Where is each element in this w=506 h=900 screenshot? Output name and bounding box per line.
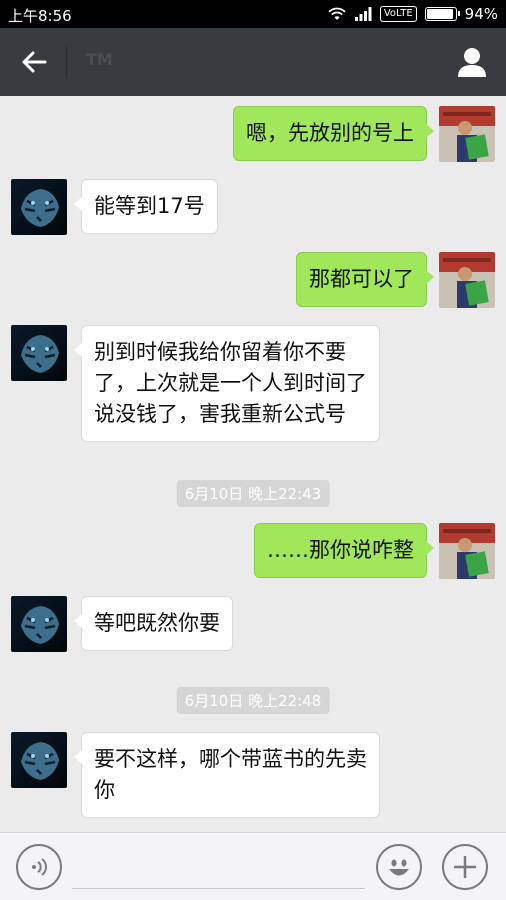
message-bubble[interactable]: 要不这样，哪个带蓝书的先卖 你 [74, 732, 380, 818]
plus-icon [454, 856, 476, 878]
message-row: 等吧既然你要 [0, 596, 506, 652]
voice-icon [32, 858, 47, 876]
message-bubble[interactable]: 能等到17号 [74, 179, 218, 234]
own-avatar[interactable] [439, 252, 495, 308]
message-row: 那都可以了 [0, 252, 506, 308]
profile-button[interactable] [450, 42, 494, 82]
status-bar: 上午8:56 VoLTE 94% [0, 0, 506, 28]
message-row: 能等到17号 [0, 179, 506, 235]
back-button[interactable] [12, 42, 56, 82]
message-bubble[interactable]: 嗯，先放别的号上 [233, 106, 434, 161]
message-row: 要不这样，哪个带蓝书的先卖 你 [0, 732, 506, 820]
message-line: 你 [94, 778, 115, 802]
tiger-avatar[interactable] [11, 732, 67, 788]
wifi-icon [328, 7, 346, 20]
chat-header: TM [0, 28, 506, 96]
message-row: 嗯，先放别的号上 [0, 106, 506, 162]
volte-badge: VoLTE [379, 6, 417, 22]
message-row: ……那你说咋整 [0, 523, 506, 579]
message-line: 了，上次就是一个人到时间了 [94, 371, 367, 395]
message-line: 说没钱了，害我重新公式号 [94, 402, 346, 426]
message-bubble[interactable]: 别到时候我给你留着你不要 了，上次就是一个人到时间了 说没钱了，害我重新公式号 [74, 325, 380, 442]
person-icon [458, 48, 486, 77]
own-avatar[interactable] [439, 523, 495, 579]
emoji-icon [389, 859, 409, 876]
message-bubble[interactable]: 那都可以了 [296, 252, 434, 307]
message-bubble[interactable]: ……那你说咋整 [254, 523, 434, 578]
tiger-avatar[interactable] [11, 596, 67, 652]
timestamp: 6月10日 晚上22:48 [176, 687, 330, 714]
plus-button[interactable] [442, 844, 488, 890]
message-input[interactable] [72, 847, 365, 889]
message-bubble[interactable]: 等吧既然你要 [74, 596, 233, 651]
timestamp: 6月10日 晚上22:43 [176, 480, 330, 507]
message-line: 要不这样，哪个带蓝书的先卖 [94, 747, 367, 771]
tiger-avatar[interactable] [11, 325, 67, 381]
input-bar [0, 832, 506, 900]
message-list: 嗯，先放别的号上 能等到17号 那都可以了 别到时候我给你留着你不要 了，上次就… [0, 96, 506, 832]
header-divider [66, 46, 67, 78]
emoji-button[interactable] [376, 844, 422, 890]
battery-percent: 94% [464, 5, 498, 23]
signal-icon [354, 7, 372, 21]
message-row: 别到时候我给你留着你不要 了，上次就是一个人到时间了 说没钱了，害我重新公式号 [0, 325, 506, 445]
own-avatar[interactable] [439, 106, 495, 162]
battery-icon [424, 7, 460, 21]
voice-button[interactable] [16, 844, 62, 890]
back-arrow-icon [22, 51, 47, 73]
message-line: 别到时候我给你留着你不要 [94, 340, 346, 364]
status-time: 上午8:56 [8, 7, 72, 25]
tiger-avatar[interactable] [11, 179, 67, 235]
chat-title: TM [86, 50, 113, 69]
